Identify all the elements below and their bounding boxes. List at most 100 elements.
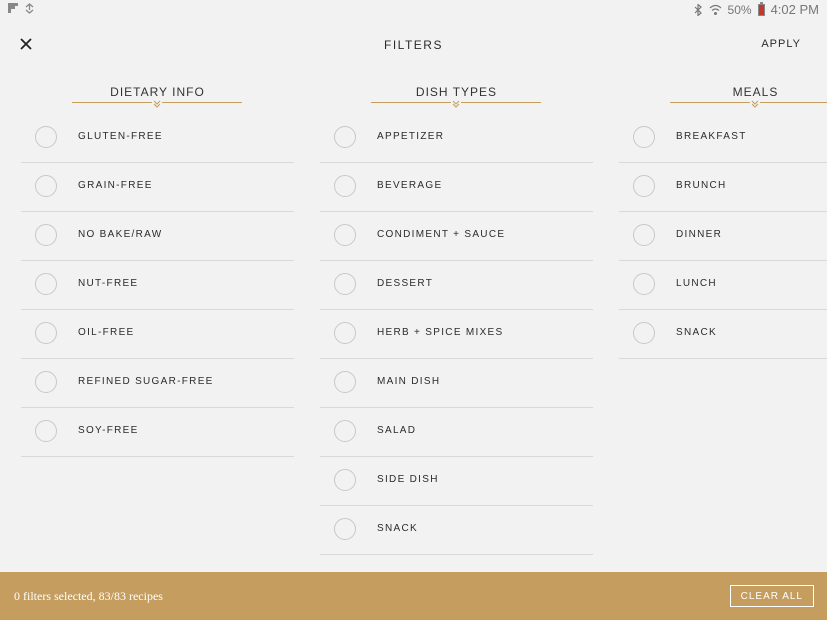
radio-button[interactable] bbox=[35, 224, 57, 246]
radio-button[interactable] bbox=[35, 126, 57, 148]
option-label: SNACK bbox=[377, 523, 418, 534]
option-label: GRAIN-FREE bbox=[78, 180, 153, 191]
option-label: REFINED SUGAR-FREE bbox=[78, 376, 214, 387]
filter-option-soy-free[interactable]: SOY-FREE bbox=[21, 408, 294, 457]
option-label: DESSERT bbox=[377, 278, 434, 289]
notification-icons bbox=[8, 3, 35, 14]
radio-button[interactable] bbox=[633, 224, 655, 246]
option-label: SNACK bbox=[676, 327, 717, 338]
filter-option-dinner[interactable]: DINNER bbox=[619, 212, 827, 261]
filter-option-nut-free[interactable]: NUT-FREE bbox=[21, 261, 294, 310]
column-header: DISH TYPES bbox=[320, 80, 593, 114]
divider bbox=[760, 102, 827, 103]
divider bbox=[371, 102, 451, 103]
option-label: LUNCH bbox=[676, 278, 717, 289]
option-label: NUT-FREE bbox=[78, 278, 139, 289]
option-label: BRUNCH bbox=[676, 180, 727, 191]
option-label: BREAKFAST bbox=[676, 131, 747, 142]
filter-option-snack[interactable]: SNACK bbox=[320, 506, 593, 555]
divider bbox=[72, 102, 152, 103]
radio-button[interactable] bbox=[334, 273, 356, 295]
option-label: SALAD bbox=[377, 425, 417, 436]
radio-button[interactable] bbox=[334, 469, 356, 491]
option-label: NO BAKE/RAW bbox=[78, 229, 163, 240]
option-list: BREAKFAST BRUNCH DINNER LUNCH SNACK bbox=[619, 114, 827, 359]
filter-option-gluten-free[interactable]: GLUTEN-FREE bbox=[21, 114, 294, 163]
option-label: GLUTEN-FREE bbox=[78, 131, 163, 142]
battery-percentage: 50% bbox=[727, 2, 752, 17]
system-icons: 50% 4:02 PM bbox=[694, 1, 819, 17]
filter-option-salad[interactable]: SALAD bbox=[320, 408, 593, 457]
filter-option-no-bake-raw[interactable]: NO BAKE/RAW bbox=[21, 212, 294, 261]
filter-option-brunch[interactable]: BRUNCH bbox=[619, 163, 827, 212]
filter-option-lunch[interactable]: LUNCH bbox=[619, 261, 827, 310]
dietary-info-column: DIETARY INFO GLUTEN-FREE GRAIN-FREE NO B… bbox=[21, 80, 294, 457]
clock: 4:02 PM bbox=[770, 2, 819, 17]
radio-button[interactable] bbox=[334, 518, 356, 540]
column-header: DIETARY INFO bbox=[21, 80, 294, 114]
filter-option-oil-free[interactable]: OIL-FREE bbox=[21, 310, 294, 359]
divider bbox=[162, 102, 242, 103]
radio-button[interactable] bbox=[334, 420, 356, 442]
chevron-down-icon bbox=[153, 100, 161, 108]
option-label: CONDIMENT + SAUCE bbox=[377, 229, 506, 240]
meals-column: MEALS BREAKFAST BRUNCH DINNER LUNCH SNAC… bbox=[619, 80, 827, 359]
filter-footer: 0 filters selected, 83/83 recipes CLEAR … bbox=[0, 572, 827, 620]
filter-option-refined-sugar-free[interactable]: REFINED SUGAR-FREE bbox=[21, 359, 294, 408]
column-title: MEALS bbox=[732, 85, 779, 99]
battery-icon bbox=[757, 1, 765, 16]
flipboard-icon bbox=[8, 3, 18, 13]
filter-option-breakfast[interactable]: BREAKFAST bbox=[619, 114, 827, 163]
wifi-icon bbox=[709, 4, 721, 15]
radio-button[interactable] bbox=[334, 126, 356, 148]
radio-button[interactable] bbox=[633, 322, 655, 344]
option-label: SOY-FREE bbox=[78, 425, 139, 436]
filter-summary: 0 filters selected, 83/83 recipes bbox=[14, 589, 163, 603]
radio-button[interactable] bbox=[35, 420, 57, 442]
filter-option-condiment-sauce[interactable]: CONDIMENT + SAUCE bbox=[320, 212, 593, 261]
divider bbox=[461, 102, 541, 103]
filter-option-main-dish[interactable]: MAIN DISH bbox=[320, 359, 593, 408]
radio-button[interactable] bbox=[35, 273, 57, 295]
filter-option-herb-spice-mixes[interactable]: HERB + SPICE MIXES bbox=[320, 310, 593, 359]
radio-button[interactable] bbox=[35, 322, 57, 344]
filter-option-side-dish[interactable]: SIDE DISH bbox=[320, 457, 593, 506]
bluetooth-icon bbox=[694, 3, 702, 16]
radio-button[interactable] bbox=[334, 175, 356, 197]
option-label: APPETIZER bbox=[377, 131, 445, 142]
clear-all-button[interactable]: CLEAR ALL bbox=[729, 585, 814, 607]
chevron-down-icon bbox=[751, 100, 759, 108]
option-label: OIL-FREE bbox=[78, 327, 135, 338]
radio-button[interactable] bbox=[35, 371, 57, 393]
column-title: DISH TYPES bbox=[415, 85, 498, 99]
page-title: FILTERS bbox=[384, 38, 443, 52]
option-label: HERB + SPICE MIXES bbox=[377, 327, 504, 338]
column-header: MEALS bbox=[619, 80, 827, 114]
divider bbox=[670, 102, 750, 103]
radio-button[interactable] bbox=[633, 126, 655, 148]
radio-button[interactable] bbox=[633, 175, 655, 197]
chevron-down-icon bbox=[452, 100, 460, 108]
radio-button[interactable] bbox=[334, 371, 356, 393]
radio-button[interactable] bbox=[633, 273, 655, 295]
filter-option-beverage[interactable]: BEVERAGE bbox=[320, 163, 593, 212]
option-list: APPETIZER BEVERAGE CONDIMENT + SAUCE DES… bbox=[320, 114, 593, 555]
apply-button[interactable]: APPLY bbox=[761, 38, 801, 50]
sync-icon bbox=[25, 3, 34, 14]
filter-option-grain-free[interactable]: GRAIN-FREE bbox=[21, 163, 294, 212]
option-list: GLUTEN-FREE GRAIN-FREE NO BAKE/RAW NUT-F… bbox=[21, 114, 294, 457]
option-label: DINNER bbox=[676, 229, 723, 240]
filter-option-appetizer[interactable]: APPETIZER bbox=[320, 114, 593, 163]
filter-option-dessert[interactable]: DESSERT bbox=[320, 261, 593, 310]
column-title: DIETARY INFO bbox=[110, 85, 205, 99]
status-bar: 50% 4:02 PM bbox=[0, 0, 827, 20]
radio-button[interactable] bbox=[334, 224, 356, 246]
app-header: FILTERS APPLY bbox=[0, 28, 827, 64]
radio-button[interactable] bbox=[35, 175, 57, 197]
option-label: BEVERAGE bbox=[377, 180, 443, 191]
option-label: MAIN DISH bbox=[377, 376, 441, 387]
radio-button[interactable] bbox=[334, 322, 356, 344]
dish-types-column: DISH TYPES APPETIZER BEVERAGE CONDIMENT … bbox=[320, 80, 593, 555]
filter-option-meal-snack[interactable]: SNACK bbox=[619, 310, 827, 359]
option-label: SIDE DISH bbox=[377, 474, 439, 485]
